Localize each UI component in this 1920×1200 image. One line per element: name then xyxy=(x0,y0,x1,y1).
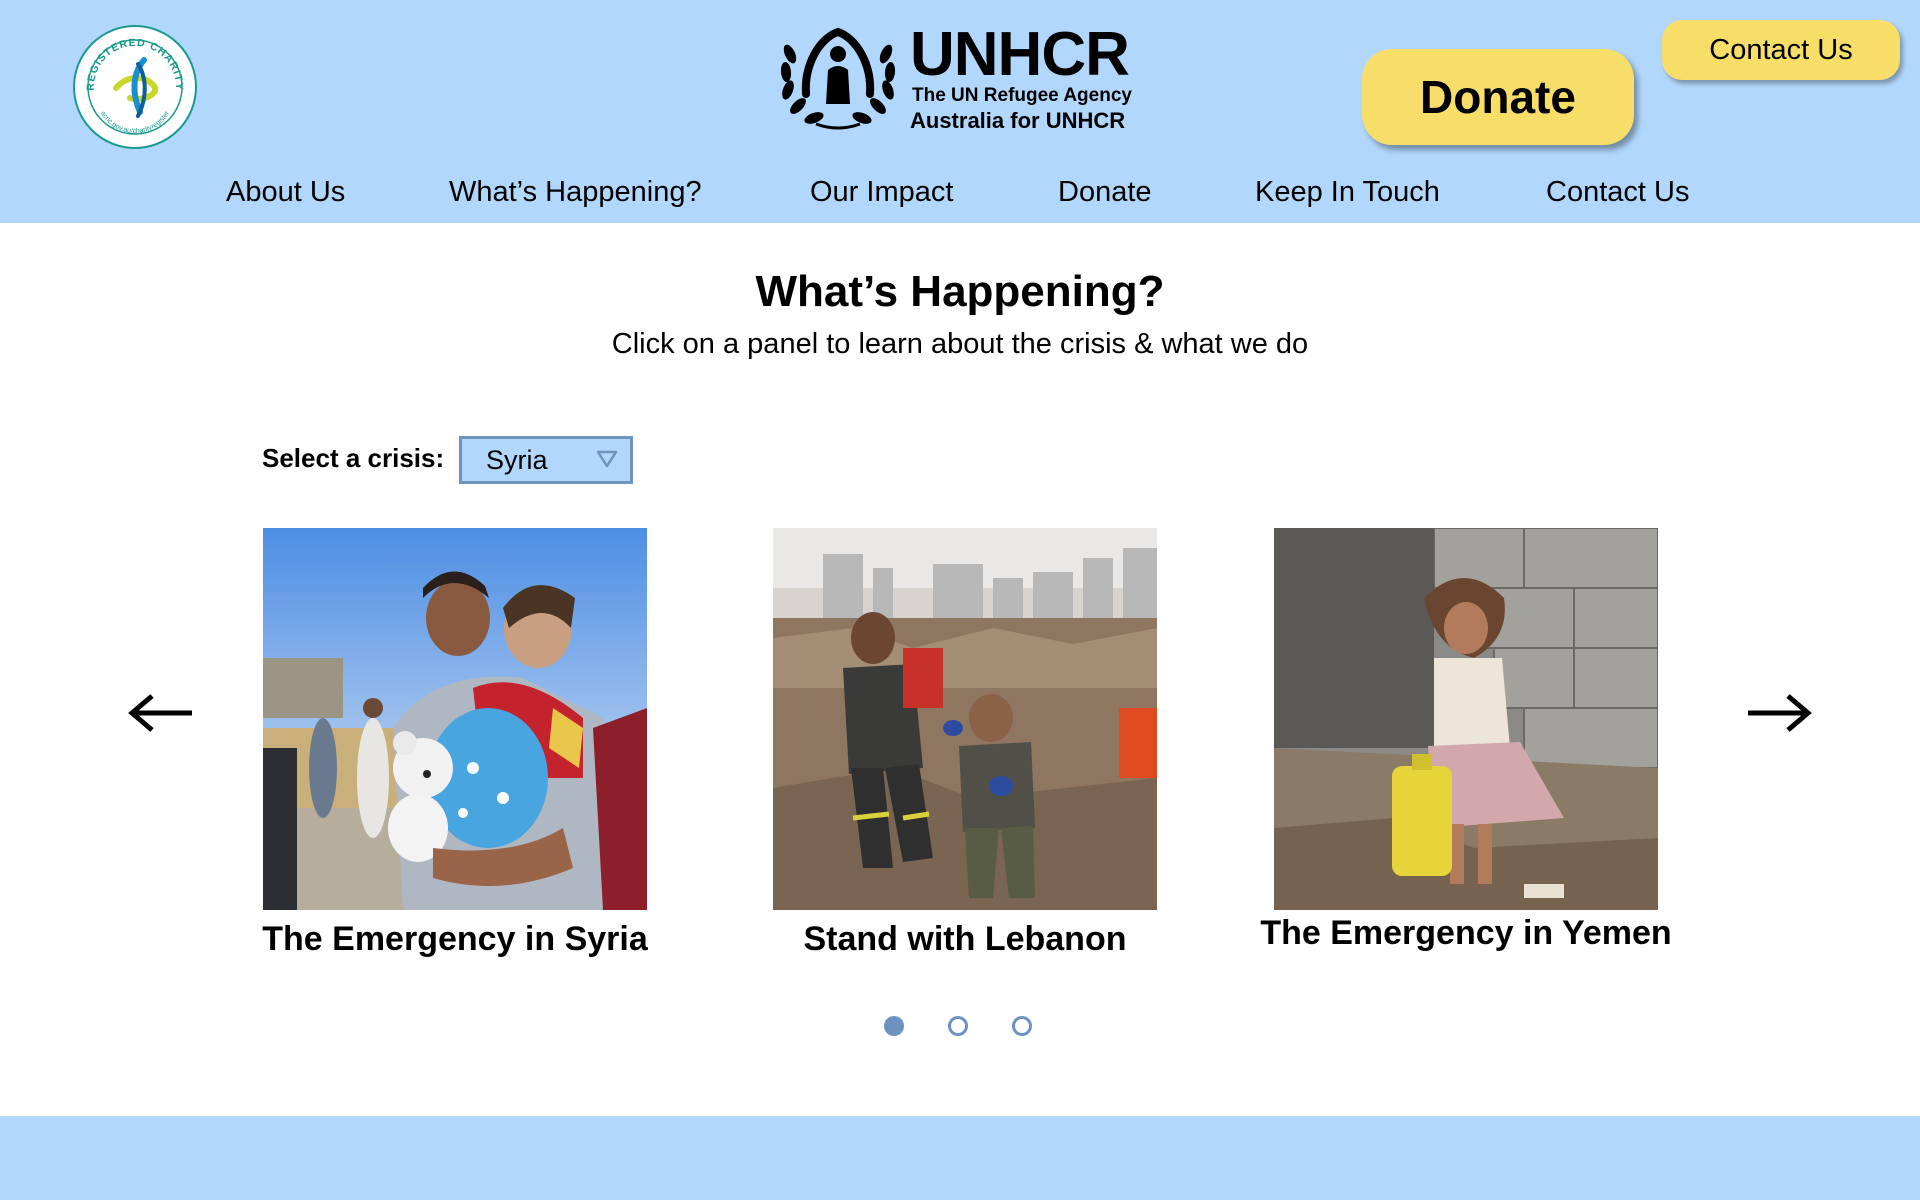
arrow-left-icon xyxy=(128,694,192,732)
carousel-prev-button[interactable] xyxy=(126,688,196,738)
contact-us-button[interactable]: Contact Us xyxy=(1662,20,1900,80)
yemen-photo xyxy=(1274,528,1658,910)
page-title: What’s Happening? xyxy=(755,267,1165,316)
nav-keep-in-touch[interactable]: Keep In Touch xyxy=(1255,172,1440,212)
carousel-next-button[interactable] xyxy=(1744,688,1814,738)
footer-band xyxy=(0,1116,1920,1200)
card-caption-lebanon: Stand with Lebanon xyxy=(803,920,1127,958)
logo-subtitle: The UN Refugee Agency xyxy=(912,85,1132,106)
nav-about-us[interactable]: About Us xyxy=(226,172,345,212)
arrow-right-icon xyxy=(1748,694,1812,732)
site-header: REGISTERED CHARITY acnc.gov.au/charityre… xyxy=(0,0,1920,223)
nav-our-impact[interactable]: Our Impact xyxy=(810,172,953,212)
carousel-dot-2[interactable] xyxy=(948,1016,968,1036)
card-caption-syria: The Emergency in Syria xyxy=(262,920,648,958)
card-caption-yemen: The Emergency in Yemen xyxy=(1260,914,1672,952)
registered-charity-badge[interactable]: REGISTERED CHARITY acnc.gov.au/charityre… xyxy=(72,24,198,150)
crisis-select-label: Select a crisis: xyxy=(262,443,445,473)
page-subtitle: Click on a panel to learn about the cris… xyxy=(611,328,1309,360)
nav-whats-happening[interactable]: What’s Happening? xyxy=(449,172,702,212)
laurel-emblem-icon xyxy=(780,27,896,130)
syria-photo xyxy=(263,528,647,910)
nav-donate[interactable]: Donate xyxy=(1058,172,1152,212)
crisis-select[interactable]: Syria xyxy=(459,436,633,484)
unhcr-logo[interactable]: UNHCR The UN Refugee Agency Australia fo… xyxy=(776,24,1146,136)
carousel-dot-3[interactable] xyxy=(1012,1016,1032,1036)
carousel-dot-1[interactable] xyxy=(884,1016,904,1036)
lebanon-photo xyxy=(773,528,1157,910)
nav-contact-us[interactable]: Contact Us xyxy=(1546,172,1689,212)
crisis-select-value: Syria xyxy=(486,445,548,475)
triangle-down-icon xyxy=(596,450,618,468)
main-nav: About Us What’s Happening? Our Impact Do… xyxy=(0,172,1920,212)
logo-subtitle-australia: Australia for UNHCR xyxy=(910,108,1126,133)
logo-title: UNHCR xyxy=(910,20,1130,89)
donate-button[interactable]: Donate xyxy=(1362,49,1634,145)
